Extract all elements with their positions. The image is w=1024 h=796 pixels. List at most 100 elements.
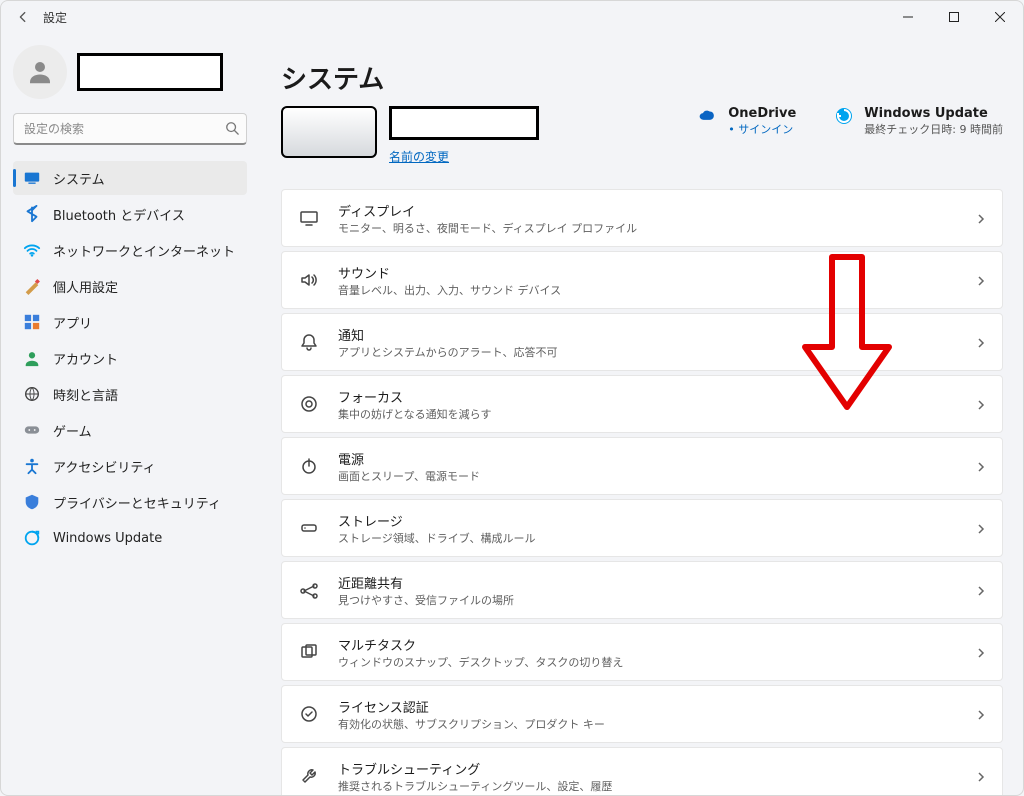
content-split: システム Bluetooth とデバイス ネットワークとインターネット 個人用設…	[1, 33, 1023, 795]
titlebar-left: 設定	[13, 7, 67, 27]
app-title: 設定	[43, 9, 67, 26]
sidebar-item-bluetooth[interactable]: Bluetooth とデバイス	[13, 197, 247, 231]
sidebar-item-windows-update[interactable]: Windows Update	[13, 521, 247, 555]
status-row: OneDrive サインイン Windows Update 最終チェック日時: …	[698, 106, 1003, 137]
sidebar: システム Bluetooth とデバイス ネットワークとインターネット 個人用設…	[1, 33, 257, 795]
setting-nearby-sharing[interactable]: 近距離共有見つけやすさ、受信ファイルの場所	[281, 561, 1003, 619]
onedrive-title: OneDrive	[728, 106, 796, 121]
onedrive-icon	[698, 106, 718, 126]
gaming-icon	[23, 421, 41, 439]
setting-focus[interactable]: フォーカス集中の妨げとなる通知を減らす	[281, 375, 1003, 433]
sidebar-item-label: システム	[53, 169, 105, 188]
setting-notifications[interactable]: 通知アプリとシステムからのアラート、応答不可	[281, 313, 1003, 371]
setting-title: マルチタスク	[338, 635, 623, 654]
setting-title: ストレージ	[338, 511, 535, 530]
setting-sound[interactable]: サウンド音量レベル、出力、入力、サウンド デバイス	[281, 251, 1003, 309]
minimize-button[interactable]	[885, 1, 931, 33]
chevron-right-icon	[976, 333, 986, 352]
personalization-icon	[23, 277, 41, 295]
sidebar-item-privacy[interactable]: プライバシーとセキュリティ	[13, 485, 247, 519]
sidebar-item-label: ネットワークとインターネット	[53, 241, 235, 260]
titlebar: 設定	[1, 1, 1023, 33]
display-icon	[298, 207, 320, 229]
setting-desc: アプリとシステムからのアラート、応答不可	[338, 344, 557, 360]
account-block[interactable]	[13, 45, 247, 99]
setting-title: トラブルシューティング	[338, 759, 612, 778]
device-thumbnail	[281, 106, 377, 158]
maximize-button[interactable]	[931, 1, 977, 33]
sidebar-item-label: Bluetooth とデバイス	[53, 205, 185, 224]
nearby-sharing-icon	[298, 579, 320, 601]
setting-desc: モニター、明るさ、夜間モード、ディスプレイ プロファイル	[338, 220, 637, 236]
windows-update-status-icon	[834, 106, 854, 126]
chevron-right-icon	[976, 581, 986, 600]
chevron-right-icon	[976, 209, 986, 228]
chevron-right-icon	[976, 271, 986, 290]
setting-activation[interactable]: ライセンス認証有効化の状態、サブスクリプション、プロダクト キー	[281, 685, 1003, 743]
setting-desc: 推奨されるトラブルシューティングツール、設定、履歴	[338, 778, 612, 794]
sidebar-item-label: アプリ	[53, 313, 92, 332]
sidebar-item-time-language[interactable]: 時刻と言語	[13, 377, 247, 411]
setting-title: 電源	[338, 449, 480, 468]
setting-title: ライセンス認証	[338, 697, 605, 716]
search-input[interactable]	[13, 113, 247, 145]
setting-title: サウンド	[338, 263, 561, 282]
sidebar-item-label: 時刻と言語	[53, 385, 118, 404]
sidebar-item-network[interactable]: ネットワークとインターネット	[13, 233, 247, 267]
sidebar-item-apps[interactable]: アプリ	[13, 305, 247, 339]
onedrive-text: OneDrive サインイン	[728, 106, 796, 137]
chevron-right-icon	[976, 395, 986, 414]
page-title: システム	[281, 59, 1003, 96]
onedrive-status[interactable]: OneDrive サインイン	[698, 106, 796, 137]
device-row: 名前の変更 OneDrive サインイン	[281, 106, 1003, 165]
sidebar-item-system[interactable]: システム	[13, 161, 247, 195]
sidebar-item-gaming[interactable]: ゲーム	[13, 413, 247, 447]
sidebar-item-label: 個人用設定	[53, 277, 118, 296]
chevron-right-icon	[976, 457, 986, 476]
sidebar-item-personalization[interactable]: 個人用設定	[13, 269, 247, 303]
search-box[interactable]	[13, 113, 247, 145]
setting-power[interactable]: 電源画面とスリープ、電源モード	[281, 437, 1003, 495]
setting-desc: 音量レベル、出力、入力、サウンド デバイス	[338, 282, 561, 298]
sidebar-item-accessibility[interactable]: アクセシビリティ	[13, 449, 247, 483]
onedrive-subtitle[interactable]: サインイン	[728, 121, 796, 137]
sidebar-item-label: ゲーム	[53, 421, 92, 440]
sound-icon	[298, 269, 320, 291]
windows-update-title: Windows Update	[864, 106, 1003, 121]
power-icon	[298, 455, 320, 477]
setting-display[interactable]: ディスプレイモニター、明るさ、夜間モード、ディスプレイ プロファイル	[281, 189, 1003, 247]
settings-window: 設定 シ	[0, 0, 1024, 796]
avatar	[13, 45, 67, 99]
setting-desc: 見つけやすさ、受信ファイルの場所	[338, 592, 514, 608]
sidebar-item-label: Windows Update	[53, 531, 162, 546]
sidebar-item-accounts[interactable]: アカウント	[13, 341, 247, 375]
rename-link[interactable]: 名前の変更	[389, 148, 539, 165]
multitasking-icon	[298, 641, 320, 663]
chevron-right-icon	[976, 767, 986, 786]
apps-icon	[23, 313, 41, 331]
setting-desc: ストレージ領域、ドライブ、構成ルール	[338, 530, 535, 546]
setting-storage[interactable]: ストレージストレージ領域、ドライブ、構成ルール	[281, 499, 1003, 557]
windows-update-status[interactable]: Windows Update 最終チェック日時: 9 時間前	[834, 106, 1003, 137]
privacy-icon	[23, 493, 41, 511]
close-button[interactable]	[977, 1, 1023, 33]
back-button[interactable]	[13, 7, 33, 27]
setting-desc: 集中の妨げとなる通知を減らす	[338, 406, 491, 422]
windows-update-subtitle: 最終チェック日時: 9 時間前	[864, 121, 1003, 137]
setting-desc: ウィンドウのスナップ、デスクトップ、タスクの切り替え	[338, 654, 623, 670]
main-panel: システム 名前の変更 OneDrive サインイン	[257, 33, 1023, 795]
windows-update-icon	[23, 529, 41, 547]
setting-title: フォーカス	[338, 387, 491, 406]
storage-icon	[298, 517, 320, 539]
chevron-right-icon	[976, 643, 986, 662]
sidebar-item-label: アカウント	[53, 349, 118, 368]
setting-troubleshoot[interactable]: トラブルシューティング推奨されるトラブルシューティングツール、設定、履歴	[281, 747, 1003, 795]
troubleshoot-icon	[298, 765, 320, 787]
bluetooth-icon	[23, 205, 41, 223]
device-info: 名前の変更	[389, 106, 539, 165]
network-icon	[23, 241, 41, 259]
system-icon	[23, 169, 41, 187]
setting-title: ディスプレイ	[338, 201, 637, 220]
setting-multitasking[interactable]: マルチタスクウィンドウのスナップ、デスクトップ、タスクの切り替え	[281, 623, 1003, 681]
setting-title: 近距離共有	[338, 573, 514, 592]
